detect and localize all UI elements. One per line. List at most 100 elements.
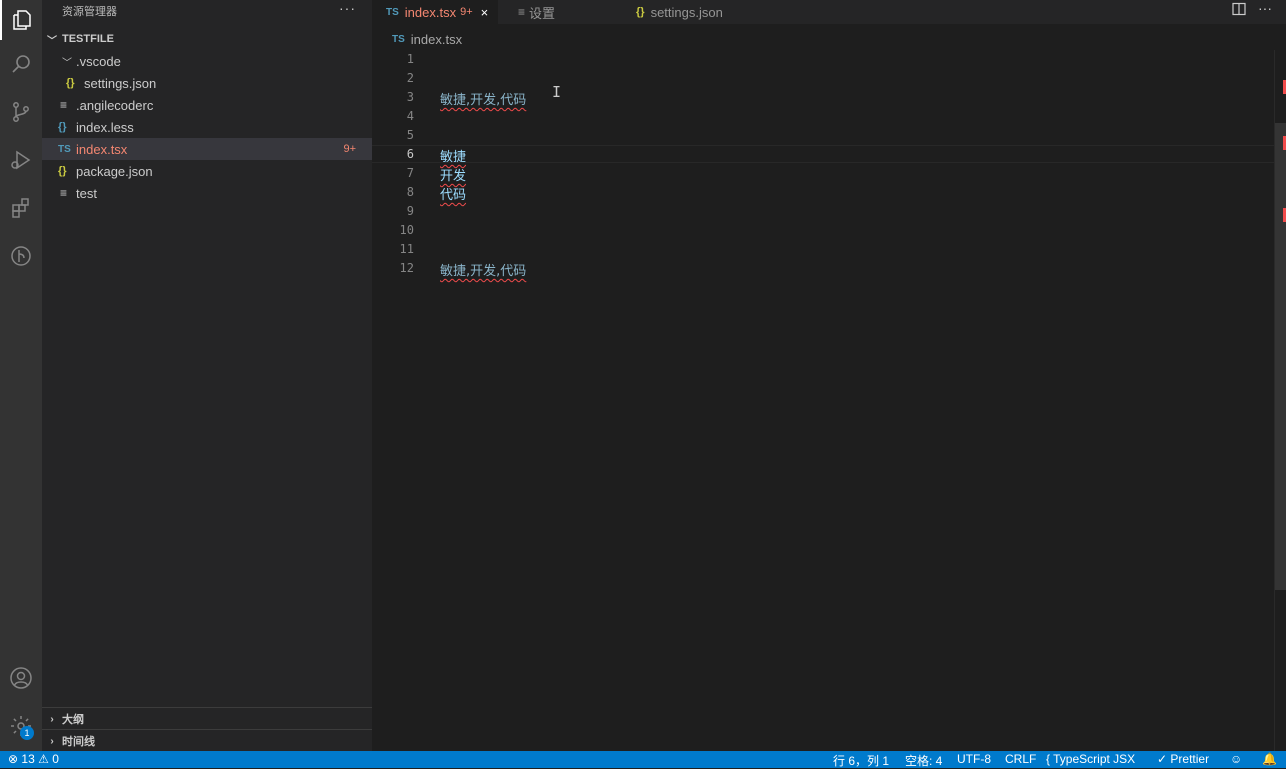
tree-item-label: index.tsx (76, 141, 128, 157)
current-line-highlight (372, 145, 1275, 163)
problem-count: 9+ (343, 143, 356, 155)
tree-item-label: index.less (76, 119, 134, 135)
feedback-icon[interactable]: ☺ (1230, 752, 1242, 766)
more-actions-icon[interactable]: ··· (1258, 0, 1272, 16)
manage-gear-icon[interactable] (0, 706, 42, 746)
split-editor-icon[interactable] (1232, 2, 1246, 19)
braces-icon: { (1046, 752, 1051, 766)
json-file-icon: {} (58, 165, 67, 177)
close-icon[interactable]: × (481, 5, 489, 20)
json-file-icon: {} (636, 6, 645, 18)
formatter-label: Prettier (1170, 752, 1210, 766)
tab-label: settings.json (650, 4, 723, 20)
breadcrumb-file[interactable]: index.tsx (411, 32, 462, 47)
language-label: TypeScript JSX (1053, 752, 1136, 766)
typescript-file-icon: TS (58, 143, 71, 155)
source-control-icon[interactable] (0, 92, 42, 132)
problems-indicator[interactable]: ⊗ 13 ⚠ 0 (8, 752, 59, 766)
line-number: 9 (406, 204, 414, 218)
tree-item-label: test (76, 185, 97, 201)
tree-item-index-tsx[interactable]: TS index.tsx 9+ (42, 138, 372, 160)
timeline-label: 时间线 (62, 736, 95, 748)
search-icon[interactable] (0, 44, 42, 84)
warning-icon: ⚠ (38, 752, 49, 766)
settings-editor-icon: ≡ (518, 5, 526, 19)
tree-item-test[interactable]: ≡ test (42, 182, 372, 204)
timeline-section[interactable]: › 时间线 (42, 729, 372, 752)
activity-bar: 1 (0, 0, 42, 751)
warning-count: 0 (52, 752, 59, 766)
outline-section[interactable]: › 大纲 (42, 707, 372, 730)
scrollbar-thumb[interactable] (1275, 123, 1286, 590)
line-number: 3 (406, 90, 414, 104)
code-line[interactable]: 开发 (440, 165, 466, 184)
tab-problem-count: 9+ (460, 6, 473, 18)
tree-folder-vscode[interactable]: ﹀ .vscode (42, 50, 372, 72)
encoding[interactable]: UTF-8 (957, 752, 991, 766)
explorer-icon[interactable] (0, 0, 42, 40)
breadcrumb: TS index.tsx (372, 28, 462, 50)
tab-label: 设置 (529, 5, 556, 21)
explorer-sidebar: 资源管理器 ··· ﹀ TESTFILE ﹀ .vscode {} settin… (42, 0, 372, 751)
prettier-status[interactable]: ✓ Prettier (1157, 752, 1209, 766)
line-number: 12 (399, 261, 414, 275)
tab-index-tsx[interactable]: TS index.tsx 9+ × (372, 0, 498, 24)
json-file-icon: {} (66, 77, 75, 89)
tab-settings[interactable]: ≡ 设置 (518, 0, 622, 24)
line-number: 1 (406, 52, 414, 66)
chevron-right-icon: › (50, 735, 54, 747)
more-actions-icon[interactable]: ··· (339, 0, 356, 16)
code-line[interactable]: 敏捷,开发,代码 (440, 260, 526, 279)
end-of-line[interactable]: CRLF (1005, 752, 1036, 766)
run-debug-icon[interactable] (0, 140, 42, 180)
code-line[interactable]: 敏捷 (440, 146, 466, 165)
line-number: 10 (399, 223, 414, 237)
text-file-icon: ≡ (60, 186, 68, 200)
tree-item-package-json[interactable]: {} package.json (42, 160, 372, 182)
account-icon[interactable] (0, 658, 42, 698)
tab-label: index.tsx (404, 4, 457, 20)
line-number: 6 (406, 147, 414, 161)
error-icon: ⊗ (8, 752, 19, 766)
less-file-icon: {} (58, 121, 67, 133)
line-number: 4 (406, 109, 414, 123)
tree-item-label: settings.json (84, 75, 157, 91)
chevron-down-icon: ﹀ (62, 57, 72, 69)
chevron-down-icon: ﹀ (47, 35, 57, 47)
settings-badge: 1 (20, 726, 34, 740)
line-number: 7 (406, 166, 414, 180)
text-cursor-icon: I (552, 83, 562, 101)
tab-bar: TS index.tsx 9+ × ≡ 设置 {} settings.json … (372, 0, 1286, 24)
tree-item-settings-json[interactable]: {} settings.json (42, 72, 372, 94)
code-line[interactable]: 敏捷,开发,代码 (440, 89, 526, 108)
outline-label: 大纲 (62, 714, 84, 726)
tree-item-label: .angilecoderc (76, 97, 154, 113)
tree-item-angilecoderc[interactable]: ≡ .angilecoderc (42, 94, 372, 116)
language-mode[interactable]: { TypeScript JSX (1046, 752, 1135, 766)
check-icon: ✓ (1157, 752, 1168, 766)
line-number: 8 (406, 185, 414, 199)
indentation[interactable]: 空格: 4 (905, 752, 942, 769)
code-line[interactable]: 代码 (440, 184, 466, 203)
explorer-title: 资源管理器 (62, 6, 117, 18)
git-graph-icon[interactable] (0, 236, 42, 276)
notifications-bell-icon[interactable]: 🔔 (1262, 752, 1277, 766)
tree-item-label: .vscode (76, 53, 121, 69)
workspace-name: TESTFILE (62, 33, 114, 45)
line-number: 5 (406, 128, 414, 142)
typescript-file-icon: TS (386, 6, 399, 18)
line-number: 2 (406, 71, 414, 85)
extensions-icon[interactable] (0, 188, 42, 228)
error-count: 13 (21, 752, 35, 766)
typescript-file-icon: TS (392, 33, 405, 45)
workspace-header[interactable]: ﹀ TESTFILE (42, 28, 372, 50)
cursor-position[interactable]: 行 6，列 1 (833, 752, 889, 769)
tab-settings-json[interactable]: {} settings.json (636, 0, 776, 24)
status-bar: ⊗ 13 ⚠ 0 行 6，列 1 空格: 4 UTF-8 CRLF { Type… (0, 751, 1286, 768)
code-editor[interactable]: 1 2 3 4 5 6 7 8 9 10 11 12 敏捷,开发,代码 敏捷 开… (372, 50, 1286, 751)
tree-item-label: package.json (76, 163, 153, 179)
chevron-right-icon: › (50, 713, 54, 725)
line-number: 11 (399, 242, 414, 256)
tree-item-index-less[interactable]: {} index.less (42, 116, 372, 138)
text-file-icon: ≡ (60, 98, 68, 112)
